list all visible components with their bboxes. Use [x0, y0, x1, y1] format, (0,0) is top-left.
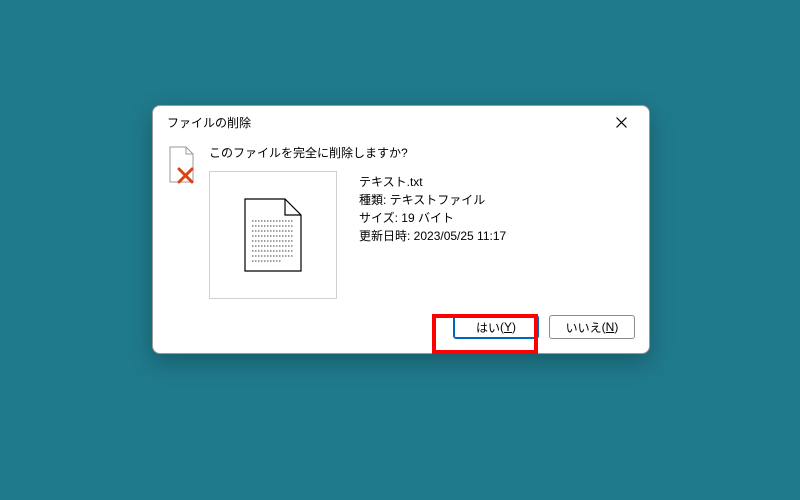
- yes-button[interactable]: はい(Y): [453, 315, 539, 339]
- text-file-icon: [243, 197, 303, 273]
- file-modified: 更新日時: 2023/05/25 11:17: [359, 227, 635, 245]
- dialog-title: ファイルの削除: [167, 114, 251, 131]
- close-button[interactable]: [599, 108, 643, 136]
- file-size: サイズ: 19 バイト: [359, 209, 635, 227]
- yes-label: はい: [476, 319, 500, 336]
- file-thumbnail: [209, 171, 337, 299]
- dialog-content: このファイルを完全に削除しますか?: [153, 138, 649, 299]
- button-row: はい(Y) いいえ(N): [153, 299, 649, 353]
- file-metadata: テキスト.txt 種類: テキストファイル サイズ: 19 バイト 更新日時: …: [359, 171, 635, 299]
- no-button[interactable]: いいえ(N): [549, 315, 635, 339]
- no-mnemonic: N: [606, 320, 615, 334]
- no-label: いいえ: [566, 319, 602, 336]
- file-type: 種類: テキストファイル: [359, 191, 635, 209]
- titlebar: ファイルの削除: [153, 106, 649, 138]
- question-text: このファイルを完全に削除しますか?: [209, 144, 635, 161]
- content-main: このファイルを完全に削除しますか?: [209, 144, 635, 299]
- file-row: テキスト.txt 種類: テキストファイル サイズ: 19 バイト 更新日時: …: [209, 171, 635, 299]
- file-name: テキスト.txt: [359, 173, 635, 191]
- yes-mnemonic: Y: [504, 320, 512, 334]
- delete-file-icon: [167, 144, 197, 299]
- delete-file-dialog: ファイルの削除 このファイルを完全に削除しますか?: [152, 105, 650, 354]
- close-icon: [616, 117, 627, 128]
